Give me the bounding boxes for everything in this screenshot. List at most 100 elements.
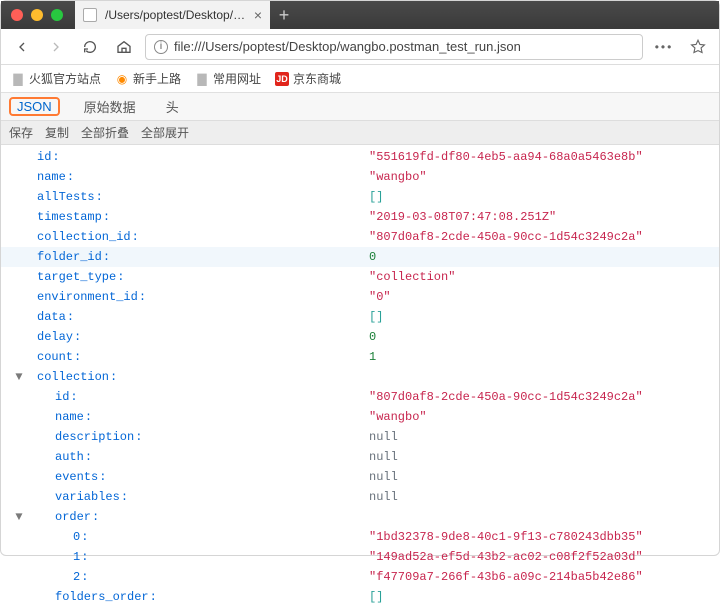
json-row[interactable]: environment_id:"0" <box>1 287 719 307</box>
back-button[interactable] <box>9 34 35 60</box>
minimize-window-button[interactable] <box>31 9 43 21</box>
tab-headers[interactable]: 头 <box>160 95 185 118</box>
json-row[interactable]: ▼order: <box>1 507 719 527</box>
json-value: null <box>369 427 398 447</box>
json-colon: : <box>150 590 157 604</box>
maximize-window-button[interactable] <box>51 9 63 21</box>
json-row[interactable]: name:"wangbo" <box>1 407 719 427</box>
close-tab-icon[interactable]: × <box>254 7 262 23</box>
bookmark-getting-started[interactable]: ◉ 新手上路 <box>115 70 181 87</box>
json-key: collection <box>37 370 109 384</box>
json-colon: : <box>103 250 110 264</box>
json-colon: : <box>110 370 117 384</box>
page-actions-button[interactable]: ••• <box>651 34 677 60</box>
window-controls <box>1 9 63 21</box>
json-value: "807d0af8-2cde-450a-90cc-1d54c3249c2a" <box>369 227 643 247</box>
json-colon: : <box>74 350 81 364</box>
jd-icon: JD <box>275 72 289 86</box>
json-colon: : <box>74 330 81 344</box>
json-key: environment_id <box>37 290 138 304</box>
json-key: timestamp <box>37 210 102 224</box>
close-window-button[interactable] <box>11 9 23 21</box>
json-row[interactable]: 1:"149ad52a-ef5d-43b2-ac02-c08f2f52a03d" <box>1 547 719 567</box>
bookmark-firefox-sites[interactable]: ▇ 火狐官方站点 <box>11 70 101 87</box>
collapse-toggle-icon[interactable]: ▼ <box>15 367 22 387</box>
back-icon <box>14 39 30 55</box>
json-row[interactable]: folders_order:[] <box>1 587 719 607</box>
json-row[interactable]: 0:"1bd32378-9de8-40c1-9f13-c780243dbb35" <box>1 527 719 547</box>
json-row[interactable]: collection_id: "807d0af8-2cde-450a-90cc-1… <box>1 227 719 247</box>
save-button[interactable]: 保存 <box>9 124 33 141</box>
json-colon: : <box>99 470 106 484</box>
json-row[interactable]: description:null <box>1 427 719 447</box>
json-colon: : <box>81 530 88 544</box>
json-row[interactable]: id:"807d0af8-2cde-450a-90cc-1d54c3249c2a… <box>1 387 719 407</box>
new-tab-button[interactable]: + <box>270 1 298 29</box>
json-key: folders_order <box>55 590 149 604</box>
json-colon: : <box>67 170 74 184</box>
dots-icon: ••• <box>655 40 674 54</box>
bookmark-label: 京东商城 <box>293 70 341 87</box>
json-row[interactable]: id:"551619fd-df80-4eb5-aa94-68a0a5463e8b… <box>1 147 719 167</box>
json-row[interactable]: folder_id: 0 <box>1 247 719 267</box>
row-gutter[interactable]: ▼ <box>1 367 37 387</box>
json-row[interactable]: allTests:[] <box>1 187 719 207</box>
json-row[interactable]: timestamp:"2019-03-08T07:47:08.251Z" <box>1 207 719 227</box>
json-value: 1 <box>369 347 376 367</box>
json-colon: : <box>81 570 88 584</box>
home-button[interactable] <box>111 34 137 60</box>
copy-button[interactable]: 复制 <box>45 124 69 141</box>
json-key: folder_id <box>37 250 102 264</box>
json-value: 0 <box>369 247 376 267</box>
json-colon: : <box>132 230 139 244</box>
json-row[interactable]: ▼ collection: <box>1 367 719 387</box>
json-row[interactable]: variables:null <box>1 487 719 507</box>
json-tree: id: "551619fd-df80-4eb5-aa94-68a0a5463e8b… <box>1 145 719 607</box>
json-row[interactable]: events:null <box>1 467 719 487</box>
json-row[interactable]: count:1 <box>1 347 719 367</box>
json-key: name <box>37 170 66 184</box>
json-colon: : <box>96 190 103 204</box>
json-key: order <box>55 510 91 524</box>
json-row[interactable]: delay:0 <box>1 327 719 347</box>
viewer-tabs: JSON 原始数据 头 <box>1 93 719 121</box>
tab-title: /Users/poptest/Desktop/wangbo.p <box>105 8 246 22</box>
bookmark-label: 火狐官方站点 <box>29 70 101 87</box>
bookmark-label: 常用网址 <box>213 70 261 87</box>
json-value: "2019-03-08T07:47:08.251Z" <box>369 207 556 227</box>
browser-tab[interactable]: /Users/poptest/Desktop/wangbo.p × <box>75 1 270 29</box>
json-value: "551619fd-df80-4eb5-aa94-68a0a5463e8b" <box>369 147 643 167</box>
collapse-toggle-icon[interactable]: ▼ <box>15 507 22 527</box>
json-key: auth <box>55 450 84 464</box>
reload-button[interactable] <box>77 34 103 60</box>
bookmark-star-button[interactable] <box>685 34 711 60</box>
json-row[interactable]: target_type:"collection" <box>1 267 719 287</box>
json-key: collection_id <box>37 230 131 244</box>
json-colon: : <box>121 490 128 504</box>
site-info-icon[interactable]: i <box>154 40 168 54</box>
bookmark-jd-mall[interactable]: JD 京东商城 <box>275 70 341 87</box>
json-colon: : <box>117 270 124 284</box>
tab-raw-data[interactable]: 原始数据 <box>78 95 142 118</box>
collapse-all-button[interactable]: 全部折叠 <box>81 124 129 141</box>
json-row[interactable]: data:[] <box>1 307 719 327</box>
json-row[interactable]: auth:null <box>1 447 719 467</box>
bookmark-label: 新手上路 <box>133 70 181 87</box>
forward-icon <box>48 39 64 55</box>
reload-icon <box>82 39 98 55</box>
address-bar[interactable]: i file:///Users/poptest/Desktop/wangbo.p… <box>145 34 643 60</box>
expand-all-button[interactable]: 全部展开 <box>141 124 189 141</box>
json-toolbar: 保存 复制 全部折叠 全部展开 <box>1 121 719 145</box>
forward-button[interactable] <box>43 34 69 60</box>
json-row[interactable]: 2:"f47709a7-266f-43b6-a09c-214ba5b42e86" <box>1 567 719 587</box>
json-row[interactable]: name:"wangbo" <box>1 167 719 187</box>
tab-json[interactable]: JSON <box>9 97 60 116</box>
json-key: 0 <box>73 530 80 544</box>
json-colon: : <box>85 410 92 424</box>
window-titlebar: /Users/poptest/Desktop/wangbo.p × + <box>1 1 719 29</box>
bookmark-common-urls[interactable]: ▇ 常用网址 <box>195 70 261 87</box>
json-key: id <box>55 390 69 404</box>
json-colon: : <box>135 430 142 444</box>
json-key: 1 <box>73 550 80 564</box>
row-gutter[interactable]: ▼ <box>1 507 37 527</box>
